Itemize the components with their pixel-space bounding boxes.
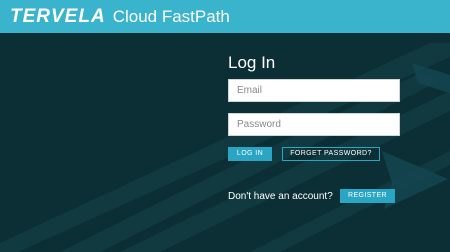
email-field[interactable]: [228, 79, 400, 102]
login-button[interactable]: LOG IN: [228, 147, 272, 161]
brand-name: TERVELA: [10, 6, 106, 27]
forgot-password-button[interactable]: FORGET PASSWORD?: [282, 147, 380, 161]
login-title: Log In: [228, 53, 276, 72]
signup-prompt: Don't have an account?: [228, 191, 333, 202]
app-logo: TERVELA Cloud FastPath: [10, 6, 230, 28]
password-field[interactable]: [228, 113, 400, 136]
login-page: TERVELA Cloud FastPath Log In LOG IN FOR…: [0, 0, 450, 252]
background-arrows-graphic: [0, 43, 450, 252]
product-name: Cloud FastPath: [112, 7, 230, 26]
header-bar: TERVELA Cloud FastPath: [0, 0, 450, 33]
register-button[interactable]: REGISTER: [340, 189, 395, 203]
